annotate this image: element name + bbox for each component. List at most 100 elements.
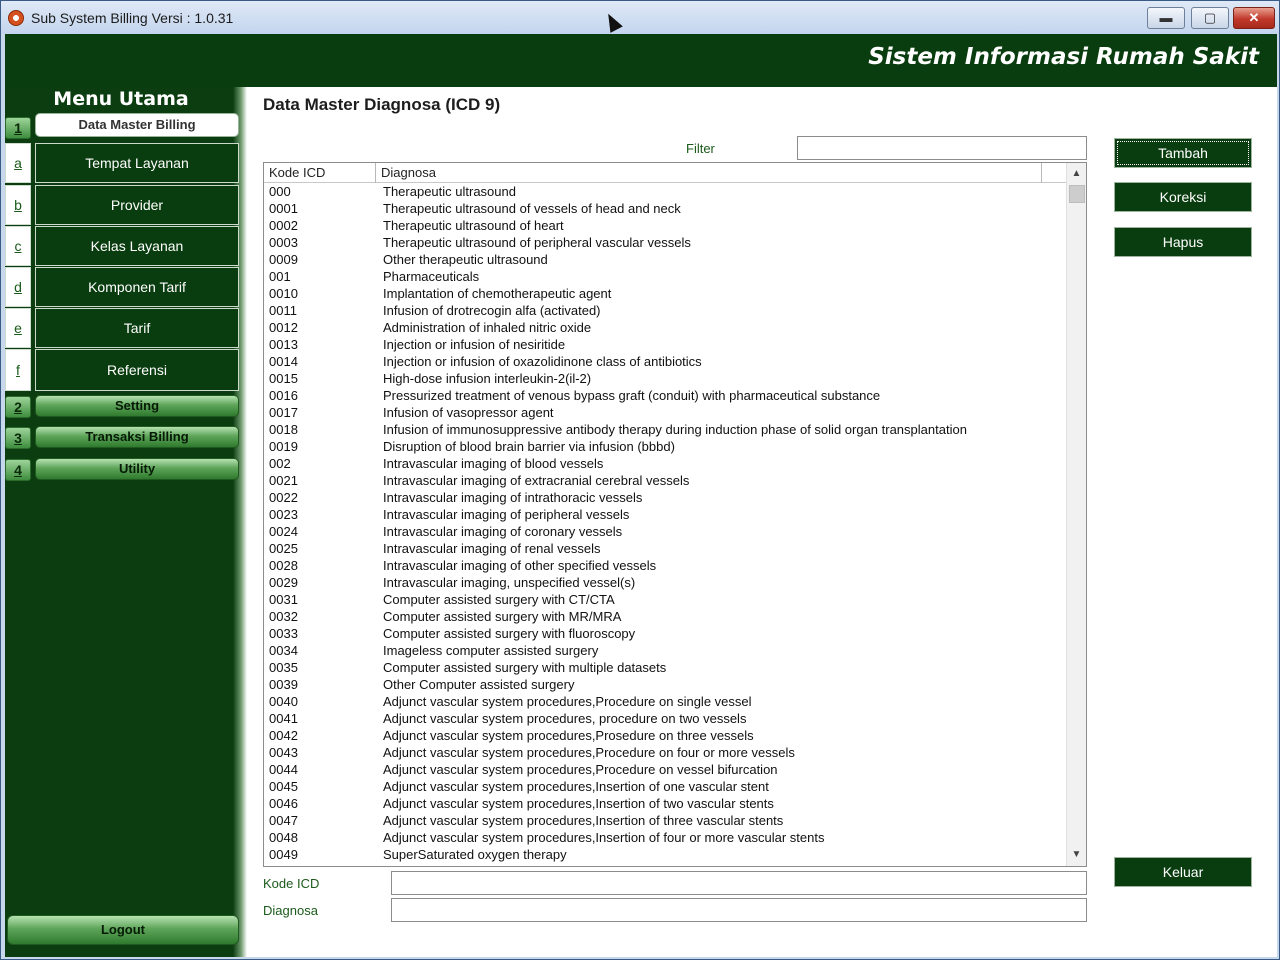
table-row[interactable]: 0046 Adjunct vascular system procedures,I…: [264, 796, 1064, 813]
table-row[interactable]: 0040 Adjunct vascular system procedures,P…: [264, 694, 1064, 711]
sidebar-item-label[interactable]: Tempat Layanan: [35, 143, 239, 183]
table-row[interactable]: 0024 Intravascular imaging of coronary ve…: [264, 524, 1064, 541]
table-row[interactable]: 0022 Intravascular imaging of intrathorac…: [264, 490, 1064, 507]
cell-kode-icd: 0045: [269, 779, 298, 794]
cell-diagnosa: Injection or infusion of nesiritide: [383, 337, 566, 352]
icd-grid[interactable]: Kode ICD Diagnosa 000 Therapeutic ultraso…: [263, 162, 1087, 867]
sidebar-group-utility[interactable]: 4 Utility: [5, 457, 241, 483]
title-bar[interactable]: Sub System Billing Versi : 1.0.31 ▬ ▢ ✕: [1, 1, 1279, 34]
sidebar-item-label[interactable]: Komponen Tarif: [35, 267, 239, 307]
sidebar-group-label[interactable]: Transaksi Billing: [35, 426, 239, 448]
koreksi-button[interactable]: Koreksi: [1114, 182, 1252, 212]
scroll-thumb[interactable]: [1069, 185, 1085, 203]
table-row[interactable]: 0019 Disruption of blood brain barrier vi…: [264, 439, 1064, 456]
table-row[interactable]: 0049 SuperSaturated oxygen therapy: [264, 847, 1064, 864]
cell-diagnosa: Injection or infusion of oxazolidinone c…: [383, 354, 702, 369]
table-row[interactable]: 0010 Implantation of chemotherapeutic age…: [264, 286, 1064, 303]
sidebar-item-label[interactable]: Kelas Layanan: [35, 226, 239, 266]
sidebar-item-provider[interactable]: b Provider: [5, 185, 241, 225]
table-row[interactable]: 0042 Adjunct vascular system procedures,P…: [264, 728, 1064, 745]
table-row[interactable]: 0047 Adjunct vascular system procedures,I…: [264, 813, 1064, 830]
sidebar-item-referensi[interactable]: f Referensi: [5, 349, 241, 391]
table-row[interactable]: 0018 Infusion of immunosuppressive antibo…: [264, 422, 1064, 439]
cell-kode-icd: 0017: [269, 405, 298, 420]
table-row[interactable]: 0033 Computer assisted surgery with fluor…: [264, 626, 1064, 643]
cell-kode-icd: 002: [269, 456, 291, 471]
close-button[interactable]: ✕: [1233, 7, 1275, 29]
sidebar-item-data-master-billing[interactable]: 1 Data Master Billing: [5, 113, 241, 139]
table-row[interactable]: 0009 Other therapeutic ultrasound: [264, 252, 1064, 269]
table-row[interactable]: 0021 Intravascular imaging of extracrania…: [264, 473, 1064, 490]
sidebar-item-label[interactable]: Provider: [35, 185, 239, 225]
cell-kode-icd: 0033: [269, 626, 298, 641]
sidebar-group-label[interactable]: Setting: [35, 395, 239, 417]
hapus-button[interactable]: Hapus: [1114, 227, 1252, 257]
cell-diagnosa: Computer assisted surgery with fluorosco…: [383, 626, 636, 641]
minimize-button[interactable]: ▬: [1147, 7, 1185, 29]
table-row[interactable]: 0011 Infusion of drotrecogin alfa (activa…: [264, 303, 1064, 320]
sidebar-item-label[interactable]: Data Master Billing: [35, 113, 239, 137]
table-row[interactable]: 0045 Adjunct vascular system procedures,I…: [264, 779, 1064, 796]
filter-input[interactable]: [797, 136, 1087, 160]
table-row[interactable]: 0048 Adjunct vascular system procedures,I…: [264, 830, 1064, 847]
table-row[interactable]: 0016 Pressurized treatment of venous bypa…: [264, 388, 1064, 405]
sidebar-item-label[interactable]: Tarif: [35, 308, 239, 348]
column-header-diagnosa[interactable]: Diagnosa: [376, 163, 1042, 183]
cell-diagnosa: Other Computer assisted surgery: [383, 677, 575, 692]
cell-diagnosa: Adjunct vascular system procedures,Inser…: [383, 796, 774, 811]
table-row[interactable]: 0012 Administration of inhaled nitric oxi…: [264, 320, 1064, 337]
table-row[interactable]: 0028 Intravascular imaging of other speci…: [264, 558, 1064, 575]
table-row[interactable]: 0014 Injection or infusion of oxazolidino…: [264, 354, 1064, 371]
sidebar-item-kelas-layanan[interactable]: c Kelas Layanan: [5, 226, 241, 266]
keluar-button[interactable]: Keluar: [1114, 857, 1252, 887]
vertical-scrollbar[interactable]: ▲ ▼: [1066, 163, 1086, 866]
sidebar-group-setting[interactable]: 2 Setting: [5, 394, 241, 420]
table-row[interactable]: 0001 Therapeutic ultrasound of vessels of…: [264, 201, 1064, 218]
table-row[interactable]: 0029 Intravascular imaging, unspecified v…: [264, 575, 1064, 592]
sidebar-item-tarif[interactable]: e Tarif: [5, 308, 241, 348]
sidebar-item-tempat-layanan[interactable]: a Tempat Layanan: [5, 143, 241, 183]
table-row[interactable]: 0043 Adjunct vascular system procedures,P…: [264, 745, 1064, 762]
cell-kode-icd: 000: [269, 184, 291, 199]
scroll-up-icon[interactable]: ▲: [1067, 165, 1086, 183]
logout-button[interactable]: Logout: [7, 915, 239, 945]
table-row[interactable]: 001 Pharmaceuticals: [264, 269, 1064, 286]
table-row[interactable]: 0034 Imageless computer assisted surgery: [264, 643, 1064, 660]
table-row[interactable]: 0031 Computer assisted surgery with CT/CT…: [264, 592, 1064, 609]
table-row[interactable]: 0015 High-dose infusion interleukin-2(il-…: [264, 371, 1064, 388]
table-row[interactable]: 0017 Infusion of vasopressor agent: [264, 405, 1064, 422]
tambah-button[interactable]: Tambah: [1114, 138, 1252, 168]
diagnosa-field[interactable]: [391, 898, 1087, 922]
cell-diagnosa: Adjunct vascular system procedures,Inser…: [383, 779, 769, 794]
sidebar-group-transaksi-billing[interactable]: 3 Transaksi Billing: [5, 425, 241, 451]
table-row[interactable]: 0032 Computer assisted surgery with MR/MR…: [264, 609, 1064, 626]
kode-icd-field[interactable]: [391, 871, 1087, 895]
maximize-button[interactable]: ▢: [1191, 7, 1229, 29]
table-row[interactable]: 0013 Injection or infusion of nesiritide: [264, 337, 1064, 354]
sidebar-item-label[interactable]: Referensi: [35, 349, 239, 391]
cell-kode-icd: 0014: [269, 354, 298, 369]
cell-diagnosa: Adjunct vascular system procedures,Inser…: [383, 830, 825, 845]
shortcut-key: a: [5, 143, 31, 183]
cell-diagnosa: Intravascular imaging of renal vessels: [383, 541, 601, 556]
scroll-down-icon[interactable]: ▼: [1067, 846, 1086, 864]
cell-diagnosa: High-dose infusion interleukin-2(il-2): [383, 371, 592, 386]
table-row[interactable]: 0003 Therapeutic ultrasound of peripheral…: [264, 235, 1064, 252]
cell-diagnosa: Adjunct vascular system procedures,Proce…: [383, 745, 795, 760]
shortcut-key: 4: [5, 459, 31, 481]
column-header-kode-icd[interactable]: Kode ICD: [264, 163, 376, 183]
table-row[interactable]: 002 Intravascular imaging of blood vessel…: [264, 456, 1064, 473]
table-row[interactable]: 0025 Intravascular imaging of renal vesse…: [264, 541, 1064, 558]
table-row[interactable]: 0035 Computer assisted surgery with multi…: [264, 660, 1064, 677]
table-row[interactable]: 0041 Adjunct vascular system procedures, …: [264, 711, 1064, 728]
cell-kode-icd: 0048: [269, 830, 298, 845]
cell-kode-icd: 0025: [269, 541, 298, 556]
sidebar-group-label[interactable]: Utility: [35, 458, 239, 480]
table-row[interactable]: 0039 Other Computer assisted surgery: [264, 677, 1064, 694]
window-title: Sub System Billing Versi : 1.0.31: [31, 10, 234, 26]
table-row[interactable]: 000 Therapeutic ultrasound: [264, 184, 1064, 201]
sidebar-item-komponen-tarif[interactable]: d Komponen Tarif: [5, 267, 241, 307]
table-row[interactable]: 0044 Adjunct vascular system procedures,P…: [264, 762, 1064, 779]
table-row[interactable]: 0002 Therapeutic ultrasound of heart: [264, 218, 1064, 235]
table-row[interactable]: 0023 Intravascular imaging of peripheral …: [264, 507, 1064, 524]
